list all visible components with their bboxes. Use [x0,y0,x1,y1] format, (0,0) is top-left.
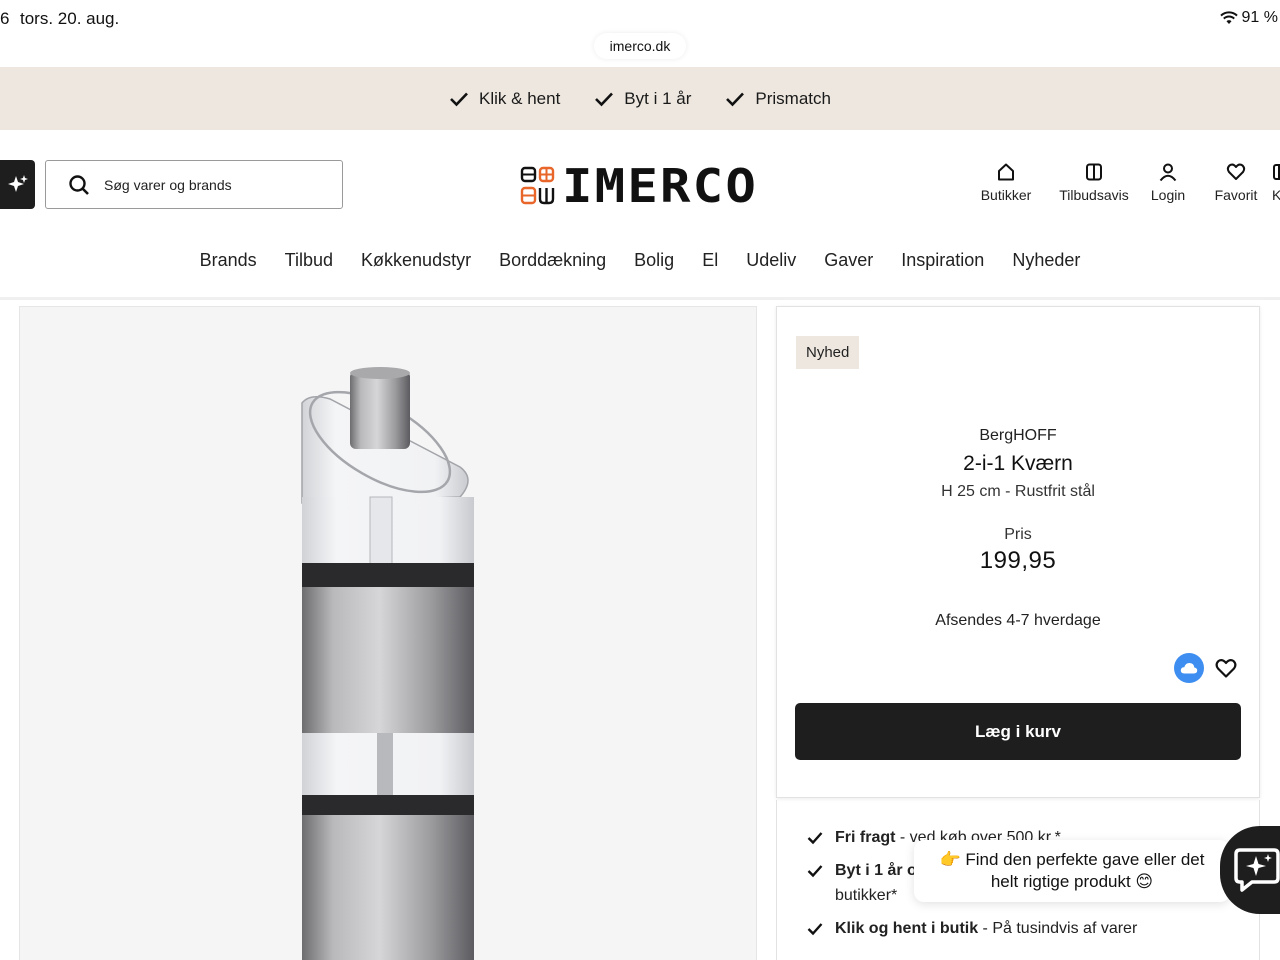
logo-wordmark: IMERCO [562,159,758,213]
status-time: 6 [0,9,10,28]
check-icon [807,923,823,936]
grinder-illustration [301,367,474,960]
nav-item-tableware[interactable]: Borddækning [485,248,620,273]
check-icon [595,92,614,106]
nav-item-gifts[interactable]: Gaver [810,248,887,273]
catalog-link[interactable]: Tilbudsavis [1036,162,1152,203]
product-brand[interactable]: BergHOFF [777,427,1259,445]
nav-item-kitchen[interactable]: Køkkenudstyr [347,248,485,273]
nav-item-outdoor[interactable]: Udeliv [732,248,810,273]
check-icon [726,92,745,106]
search-bar[interactable] [45,160,343,209]
usp-bar: Klik & hent Byt i 1 år Prismatch [0,67,1280,130]
cart-icon [1273,164,1280,180]
benefit-exchange: Byt i 1 år og butikker* [807,858,927,908]
battery-level: 91 % [1241,9,1278,26]
usp-item-pricematch: Prismatch [725,89,831,109]
product-price: 199,95 [979,547,1057,574]
shipping-info: Afsendes 4-7 hverdage [935,612,1101,629]
cloud-icon [1180,663,1198,674]
nav-item-news[interactable]: Nyheder [998,248,1094,273]
store-icon [998,163,1014,181]
heart-icon [1226,163,1246,180]
product-image[interactable] [19,306,757,960]
imerco-logo[interactable]: IMERCO [520,163,756,209]
ai-assistant-button[interactable] [0,160,35,209]
catalog-icon [1086,163,1102,181]
url-bar[interactable]: imerco.dk [594,33,686,59]
nav-item-inspiration[interactable]: Inspiration [887,248,998,273]
status-date: tors. 20. aug. [20,9,120,28]
user-icon [1159,163,1177,182]
chat-sparkle-icon [1234,848,1280,892]
cart-link[interactable]: Kur [1272,162,1280,203]
wifi-icon [1219,11,1238,24]
nav-item-home[interactable]: Bolig [620,248,688,273]
add-to-cart-button[interactable]: Læg i kurv [795,703,1241,760]
chat-prompt-bubble[interactable]: 👉 Find den perfekte gave eller det helt … [914,840,1230,902]
login-link[interactable]: Login [1151,162,1185,203]
usp-item-click-collect: Klik & hent [449,89,560,109]
check-icon [450,92,468,106]
usp-item-exchange: Byt i 1 år [594,89,691,109]
status-indicators: 91 % [1219,9,1278,27]
logo-mark-icon [520,166,555,205]
header-actions: Butikker Tilbudsavis Login Favorit Kur [976,162,1280,203]
stores-link[interactable]: Butikker [976,162,1036,203]
new-badge: Nyhed [796,336,860,369]
check-icon [807,865,823,878]
product-description: H 25 cm - Rustfrit stål [941,483,1095,500]
sparkle-icon [7,174,28,192]
nav-item-brands[interactable]: Brands [186,248,271,273]
benefit-click-collect: Klik og hent i butik - På tusindvis af v… [807,916,1137,941]
nav-item-electric[interactable]: El [688,248,732,273]
search-input[interactable] [104,176,324,193]
search-icon [69,174,89,195]
favorites-link[interactable]: Favorit [1214,162,1258,203]
nav-item-offers[interactable]: Tilbud [271,248,347,273]
price-label: Pris [1004,526,1032,543]
main-navigation: Brands Tilbud Køkkenudstyr Borddækning B… [0,248,1280,273]
cloud-save-button[interactable] [1174,653,1204,683]
nav-divider [0,297,1280,300]
product-info-card: Nyhed BergHOFF 2-i-1 Kværn H 25 cm - Rus… [776,306,1260,798]
product-title: 2-i-1 Kværn [963,452,1073,475]
check-icon [807,832,823,845]
favorite-heart-icon[interactable] [1214,656,1238,680]
